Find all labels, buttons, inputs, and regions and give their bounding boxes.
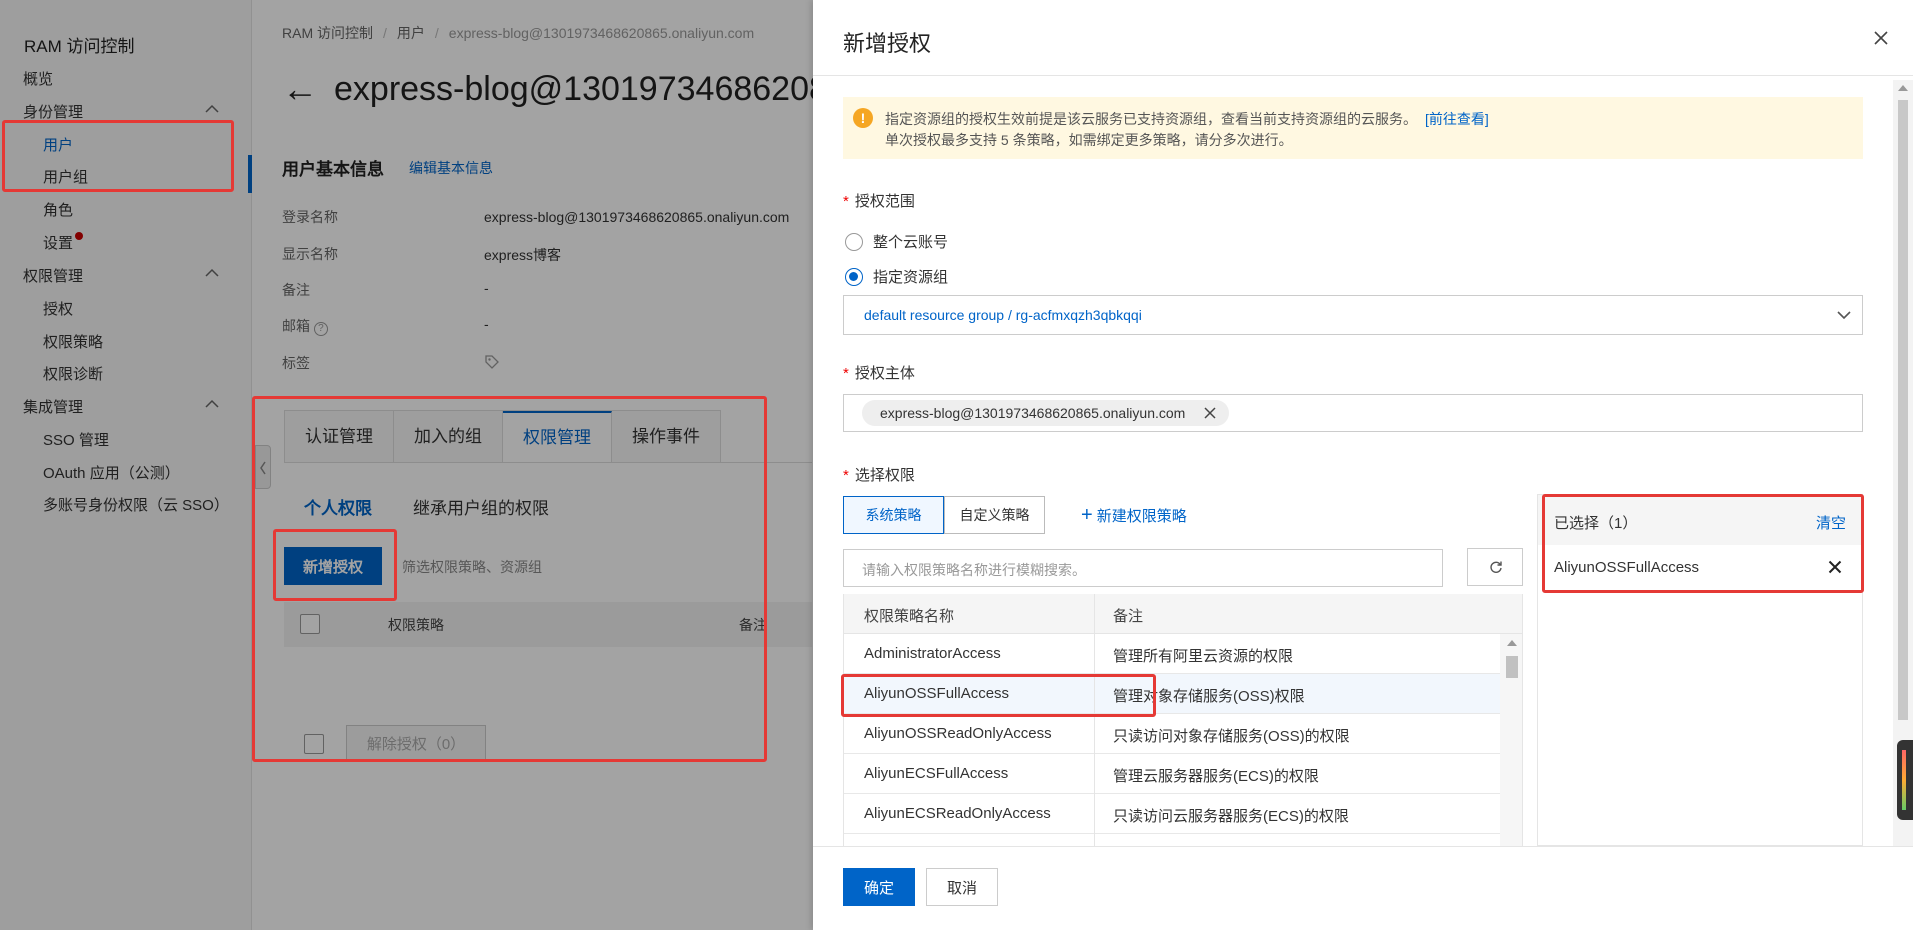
policy-desc: 管理云服务器服务(ECS)的权限 xyxy=(1113,768,1319,785)
remove-selected-icon[interactable] xyxy=(1828,560,1842,574)
principal-input[interactable]: express-blog@1301973468620865.onaliyun.c… xyxy=(843,394,1863,432)
new-policy-link[interactable]: + 新建权限策略 xyxy=(1081,504,1187,527)
notice-line1: 指定资源组的授权生效前提是该云服务已支持资源组，查看当前支持资源组的云服务。 [前… xyxy=(885,109,1489,129)
tab-custom-policy[interactable]: 自定义策略 xyxy=(944,496,1045,534)
new-policy-text: 新建权限策略 xyxy=(1096,508,1187,525)
table-row[interactable]: AliyunOSSReadOnlyAccess 只读访问对象存储服务(OSS)的权… xyxy=(844,714,1500,754)
add-grant-drawer: 新增授权 ! 指定资源组的授权生效前提是该云服务已支持资源组，查看当前支持资源组… xyxy=(813,0,1913,930)
scroll-up-icon[interactable] xyxy=(1507,640,1517,646)
policy-name: AdministratorAccess xyxy=(864,645,1001,662)
side-widget[interactable] xyxy=(1897,740,1913,820)
divider xyxy=(813,846,1913,847)
table-row[interactable]: AliyunOSSFullAccess 管理对象存储服务(OSS)权限 xyxy=(844,674,1500,714)
table-scrollbar[interactable] xyxy=(1500,634,1522,846)
tab-system-policy[interactable]: 系统策略 xyxy=(843,496,944,534)
col-policy-name: 权限策略名称 xyxy=(864,608,955,625)
principal-label: * 授权主体 xyxy=(843,365,915,382)
refresh-button[interactable] xyxy=(1467,548,1523,586)
cancel-button[interactable]: 取消 xyxy=(926,868,998,906)
policy-table-header: 权限策略名称 备注 xyxy=(844,594,1522,634)
notice-line2: 单次授权最多支持 5 条策略，如需绑定更多策略，请分多次进行。 xyxy=(885,132,1293,148)
selected-panel-header: 已选择（1） 清空 xyxy=(1538,495,1862,545)
selected-panel: 已选择（1） 清空 AliyunOSSFullAccess xyxy=(1537,494,1863,846)
modal-overlay[interactable] xyxy=(0,0,813,930)
selected-title: 已选择（1） xyxy=(1554,515,1638,532)
table-row[interactable]: AdministratorAccess 管理所有阿里云资源的权限 xyxy=(844,634,1500,674)
principal-tag: express-blog@1301973468620865.onaliyun.c… xyxy=(862,400,1230,426)
policy-table: 权限策略名称 备注 AdministratorAccess 管理所有阿里云资源的权… xyxy=(843,594,1523,846)
divider xyxy=(813,75,1913,76)
policy-search-input[interactable]: 请输入权限策略名称进行模糊搜索。 xyxy=(843,549,1443,587)
warning-icon: ! xyxy=(853,108,873,128)
policy-desc: 只读访问云服务器服务(ECS)的权限 xyxy=(1113,808,1349,825)
table-row[interactable]: AliyunECSReadOnlyAccess 只读访问云服务器服务(ECS)的权… xyxy=(844,794,1500,834)
scroll-thumb[interactable] xyxy=(1506,656,1518,678)
radio-whole-account[interactable]: 整个云账号 xyxy=(845,231,948,252)
notice-link[interactable]: [前往查看] xyxy=(1425,111,1489,127)
radio-label: 整个云账号 xyxy=(873,234,949,251)
drawer-scrollbar[interactable] xyxy=(1893,80,1913,846)
radio-button[interactable] xyxy=(845,232,863,251)
refresh-icon xyxy=(1490,561,1502,573)
policy-desc: 只读访问对象存储服务(OSS)的权限 xyxy=(1113,728,1350,745)
column-divider xyxy=(1094,594,1095,846)
notice-text1: 指定资源组的授权生效前提是该云服务已支持资源组，查看当前支持资源组的云服务。 xyxy=(885,111,1417,127)
close-icon[interactable] xyxy=(1871,28,1891,48)
radio-label: 指定资源组 xyxy=(873,269,949,286)
selected-item: AliyunOSSFullAccess xyxy=(1554,559,1700,576)
principal-label-text: 授权主体 xyxy=(854,365,915,382)
scroll-up-icon[interactable] xyxy=(1898,85,1908,91)
resource-group-value: default resource group / rg-acfmxqzh3qbk… xyxy=(864,307,1142,323)
notice-banner: ! 指定资源组的授权生效前提是该云服务已支持资源组，查看当前支持资源组的云服务。… xyxy=(843,97,1863,159)
scope-label: * 授权范围 xyxy=(843,193,915,210)
chevron-down-icon xyxy=(1837,311,1851,320)
select-permission-label: * 选择权限 xyxy=(843,467,915,484)
resource-group-select[interactable]: default resource group / rg-acfmxqzh3qbk… xyxy=(843,295,1863,335)
policy-name: AliyunECSFullAccess xyxy=(864,765,1009,782)
scroll-thumb[interactable] xyxy=(1898,100,1908,720)
radio-button-checked[interactable] xyxy=(845,267,863,286)
table-row[interactable]: AliyunECSFullAccess 管理云服务器服务(ECS)的权限 xyxy=(844,754,1500,794)
remove-tag-icon[interactable] xyxy=(1203,406,1217,420)
radio-resource-group[interactable]: 指定资源组 xyxy=(845,266,948,287)
policy-desc: 管理对象存储服务(OSS)权限 xyxy=(1113,688,1305,705)
plus-icon: + xyxy=(1081,504,1093,526)
confirm-button[interactable]: 确定 xyxy=(843,868,915,906)
policy-name: AliyunOSSReadOnlyAccess xyxy=(864,725,1052,742)
select-permission-label-text: 选择权限 xyxy=(854,467,915,484)
policy-name: AliyunECSReadOnlyAccess xyxy=(864,805,1051,822)
col-policy-note: 备注 xyxy=(1113,608,1144,625)
policy-desc: 管理所有阿里云资源的权限 xyxy=(1113,648,1294,665)
principal-tag-text: express-blog@1301973468620865.onaliyun.c… xyxy=(880,405,1186,421)
search-placeholder: 请输入权限策略名称进行模糊搜索。 xyxy=(862,562,1086,578)
scope-label-text: 授权范围 xyxy=(854,193,915,210)
drawer-title: 新增授权 xyxy=(843,31,932,56)
clear-link[interactable]: 清空 xyxy=(1816,512,1846,533)
policy-name: AliyunOSSFullAccess xyxy=(864,685,1010,702)
